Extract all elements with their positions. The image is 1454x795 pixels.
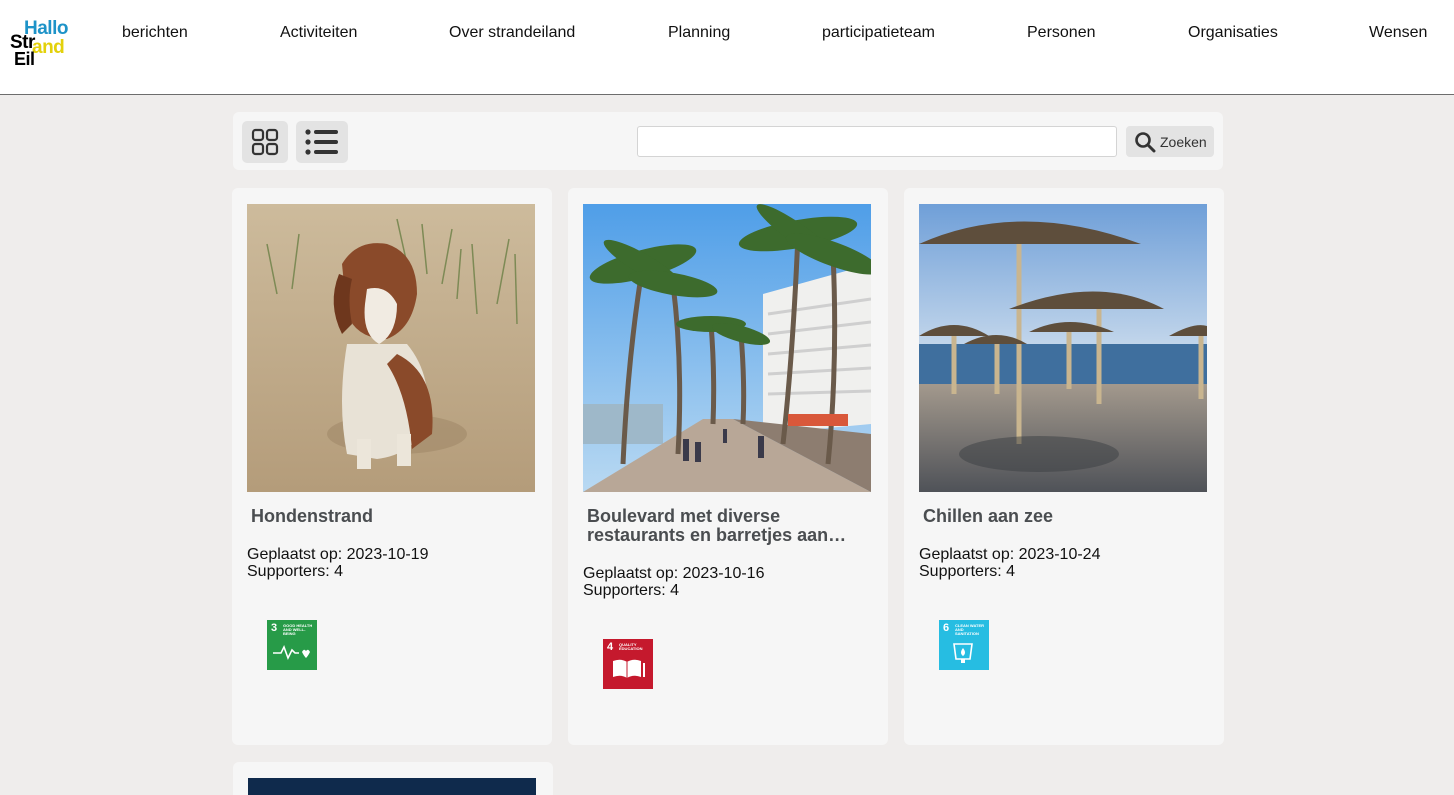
nav-link-activiteiten[interactable]: Activiteiten bbox=[280, 24, 357, 42]
grid-view-button[interactable] bbox=[242, 121, 288, 163]
nav-link-berichten[interactable]: berichten bbox=[122, 24, 188, 42]
search-icon bbox=[1135, 131, 1156, 152]
list-icon bbox=[305, 129, 338, 155]
top-navigation-bar: Hallo Str and Eil berichten Activiteiten… bbox=[0, 0, 1454, 95]
sdg-caption: GOOD HEALTH AND WELL-BEING bbox=[283, 623, 313, 636]
search-button[interactable]: Zoeken bbox=[1126, 126, 1214, 157]
card-title[interactable]: Boulevard met diverse restaurants en bar… bbox=[587, 507, 862, 545]
nav-link-organisaties[interactable]: Organisaties bbox=[1188, 24, 1278, 42]
wish-card[interactable] bbox=[233, 762, 553, 795]
view-toolbar: Zoeken bbox=[233, 112, 1223, 170]
card-title[interactable]: Chillen aan zee bbox=[923, 507, 1198, 526]
logo-text-line3: Eil bbox=[14, 49, 35, 69]
card-photo-palm-boulevard[interactable] bbox=[583, 204, 871, 492]
logo-text-line2b: and bbox=[32, 37, 65, 58]
sdg-caption: CLEAN WATER AND SANITATION bbox=[955, 623, 985, 636]
sdg-4-quality-education-badge: 4 QUALITY EDUCATION bbox=[603, 639, 653, 689]
posted-date: Geplaatst op: 2023-10-16 bbox=[583, 565, 765, 582]
posted-date: Geplaatst op: 2023-10-24 bbox=[919, 546, 1101, 563]
search-input[interactable] bbox=[637, 126, 1117, 157]
card-title[interactable]: Hondenstrand bbox=[251, 507, 526, 526]
search-button-label: Zoeken bbox=[1160, 133, 1207, 150]
nav-link-wensen[interactable]: Wensen bbox=[1369, 24, 1427, 42]
posted-date: Geplaatst op: 2023-10-19 bbox=[247, 546, 429, 563]
card-photo-beach-umbrellas[interactable] bbox=[919, 204, 1207, 492]
wish-card[interactable]: Boulevard met diverse restaurants en bar… bbox=[568, 188, 888, 745]
supporters-count: Supporters: 4 bbox=[247, 563, 344, 580]
card-meta: Geplaatst op: 2023-10-16 Supporters: 4 bbox=[583, 565, 764, 599]
card-meta: Geplaatst op: 2023-10-19 Supporters: 4 bbox=[247, 546, 428, 580]
sdg-caption: QUALITY EDUCATION bbox=[619, 642, 643, 651]
water-glass-icon bbox=[953, 643, 973, 663]
nav-link-personen[interactable]: Personen bbox=[1027, 24, 1096, 42]
card-photo-dog-on-beach[interactable] bbox=[247, 204, 535, 492]
book-icon bbox=[613, 659, 645, 678]
sdg-3-good-health-badge: 3 GOOD HEALTH AND WELL-BEING bbox=[267, 620, 317, 670]
list-view-button[interactable] bbox=[296, 121, 348, 163]
wish-card[interactable]: Chillen aan zee Geplaatst op: 2023-10-24… bbox=[904, 188, 1224, 745]
sdg-6-clean-water-badge: 6 CLEAN WATER AND SANITATION bbox=[939, 620, 989, 670]
wish-card[interactable]: Hondenstrand Geplaatst op: 2023-10-19 Su… bbox=[232, 188, 552, 745]
nav-link-over-strandeiland[interactable]: Over strandeiland bbox=[449, 24, 575, 42]
heartbeat-icon bbox=[273, 644, 310, 661]
supporters-count: Supporters: 4 bbox=[919, 563, 1016, 580]
hallo-strandeiland-logo[interactable]: Hallo Str and Eil bbox=[10, 18, 82, 70]
grid-icon bbox=[251, 128, 279, 156]
nav-link-planning[interactable]: Planning bbox=[668, 24, 730, 42]
card-meta: Geplaatst op: 2023-10-24 Supporters: 4 bbox=[919, 546, 1100, 580]
card-photo-partial[interactable] bbox=[248, 778, 536, 795]
nav-link-participatieteam[interactable]: participatieteam bbox=[822, 24, 935, 42]
supporters-count: Supporters: 4 bbox=[583, 582, 680, 599]
